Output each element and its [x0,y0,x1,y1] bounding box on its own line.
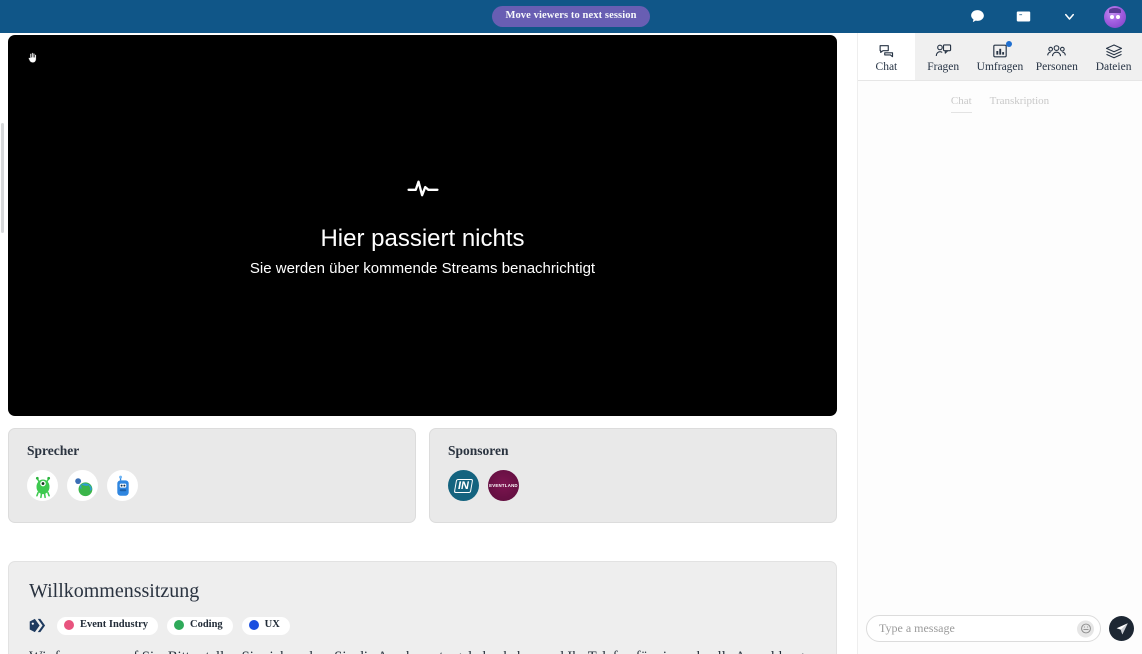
subtab-chat[interactable]: Chat [950,95,972,113]
card-list-icon[interactable] [1012,6,1034,28]
speakers-card-title: Sprecher [27,443,80,458]
inevent-logo[interactable]: IN [448,470,479,501]
chat-message-list [858,153,1142,598]
tag-color-dot [173,620,184,631]
tab-dateien[interactable]: Dateien [1085,33,1142,80]
panel-tab-bar: Chat Fragen Umfragen Personen Dateien [858,33,1142,81]
chat-input-wrapper [866,615,1101,642]
globe-avatar[interactable] [67,470,98,501]
top-bar-actions [966,0,1126,33]
speaker-avatar-list [27,470,397,501]
session-title: Willkommenssitzung [29,580,200,602]
bar-chart-icon [992,41,1012,59]
tab-chat[interactable]: Chat [858,33,915,80]
session-tag-label: UX [264,619,280,630]
question-person-icon [935,42,952,59]
tab-fragen-label: Fragen [927,61,960,74]
tag-color-dot [64,620,74,631]
tab-fragen[interactable]: Fragen [915,33,972,80]
green-monster-avatar[interactable] [27,470,58,501]
subtab-transkription[interactable]: Transkription [990,95,1050,113]
tag-color-dot [248,620,259,631]
chat-bubble-icon[interactable] [966,6,988,28]
session-detail-block: Willkommenssitzung Event Industry Coding… [8,561,837,654]
session-tag-label: Coding [189,619,223,630]
session-tag-coding[interactable]: Coding [166,617,233,635]
session-tag-row: Event Industry Coding UX [29,617,816,635]
sponsors-card: Sponsoren IN EVENTLAND [429,428,837,523]
stage-empty-state: Hier passiert nichts Sie werden über kom… [8,35,837,416]
speakers-card: Sprecher [8,428,416,523]
people-group-icon [1047,42,1067,59]
top-bar: Move viewers to next session [0,0,1142,33]
tab-umfragen-label: Umfragen [976,61,1024,74]
layers-files-icon [1105,42,1123,59]
user-avatar[interactable] [1104,5,1126,28]
blue-robot-avatar[interactable] [107,470,138,501]
session-tag-ux[interactable]: UX [241,617,290,635]
tags-icon [29,618,48,633]
tab-personen[interactable]: Personen [1028,33,1085,80]
eventland-logo[interactable]: EVENTLAND [488,470,519,501]
video-stage[interactable]: Hier passiert nichts Sie werden über kom… [8,35,837,416]
chat-composer [866,615,1134,642]
tab-umfragen[interactable]: Umfragen [972,33,1029,80]
tab-chat-label: Chat [875,61,898,74]
stage-subtitle: Sie werden über kommende Streams benachr… [249,260,596,278]
session-tag-event-industry[interactable]: Event Industry [57,617,158,635]
chat-bubbles-icon [878,42,895,59]
sponsors-card-title: Sponsoren [448,443,509,458]
session-tag-label: Event Industry [80,619,148,630]
main-content-column: Hier passiert nichts Sie werden über kom… [0,33,845,654]
tab-dateien-label: Dateien [1095,61,1132,74]
inevent-logo-text: IN [453,478,474,493]
tab-personen-label: Personen [1035,61,1078,74]
chat-message-input[interactable] [867,616,1100,641]
panel-sub-tabs: Chat Transkription [858,81,1142,113]
sponsor-logo-list: IN EVENTLAND [448,470,818,501]
session-description: Wir freuen uns auf Sie. Bitte stellen Si… [29,647,816,654]
info-card-row: Sprecher Sponsoren IN EVENTLAND [8,428,837,523]
eventland-logo-text: EVENTLAND [489,483,518,488]
stage-title: Hier passiert nichts [320,224,525,252]
emoji-smiley-icon[interactable] [1077,620,1094,637]
move-viewers-to-next-session-button[interactable]: Move viewers to next session [492,5,650,28]
send-paper-plane-icon[interactable] [1109,616,1134,641]
panel-drag-handle[interactable] [1,123,4,233]
pulse-waveform-icon [405,174,441,207]
chevron-down-icon[interactable] [1058,6,1080,28]
right-side-panel: Chat Fragen Umfragen Personen Dateien Ch… [857,33,1142,654]
umfragen-notification-badge [1005,41,1012,48]
